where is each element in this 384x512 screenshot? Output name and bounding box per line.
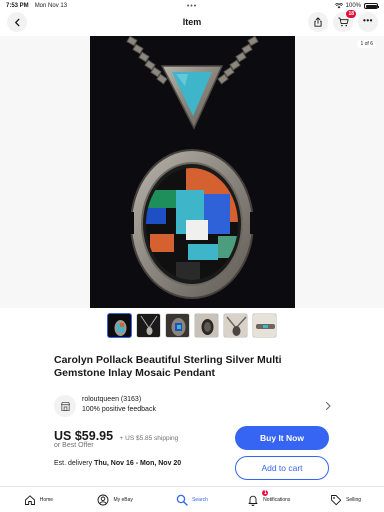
bell-icon — [248, 495, 258, 506]
home-icon — [24, 494, 35, 505]
thumbnail[interactable] — [165, 313, 190, 338]
thumbnail[interactable] — [194, 313, 219, 338]
store-icon — [54, 395, 76, 417]
thumbnail[interactable] — [136, 313, 161, 338]
cart-count-badge: 18 — [345, 9, 357, 19]
thumbnail[interactable] — [107, 313, 132, 338]
tab-label: My eBay — [113, 496, 133, 503]
status-date: Mon Nov 13 — [34, 3, 68, 9]
search-icon — [176, 494, 188, 506]
cart-button[interactable]: 18 — [333, 9, 357, 32]
best-offer-label: or Best Offer — [54, 442, 94, 449]
add-to-cart-button[interactable]: Add to cart — [235, 456, 329, 480]
delivery-estimate: Est. delivery Thu, Nov 16 - Mon, Nov 20 — [54, 460, 181, 467]
shipping-cost: + US $5.85 shipping — [119, 435, 179, 442]
more-dots-icon: ••• — [363, 16, 373, 25]
wifi-icon — [334, 3, 343, 9]
seller-info-row[interactable]: roloutqueen (3163) 100% positive feedbac… — [54, 394, 334, 418]
status-time: 7:53 PM — [6, 3, 29, 9]
image-gallery[interactable]: 1 of 6 — [0, 36, 384, 308]
seller-feedback: 100% positive feedback — [82, 406, 156, 413]
share-icon — [314, 17, 322, 27]
main-product-image[interactable] — [90, 36, 295, 308]
item-price: US $59.95 — [54, 429, 114, 443]
tab-my-ebay[interactable]: My eBay — [77, 487, 154, 512]
tab-label: Notifications — [263, 496, 291, 503]
battery-percent: 100% — [345, 3, 361, 9]
bottom-tab-bar: Home My eBay Search 1 Notifications Sell… — [0, 486, 384, 512]
tab-label: Home — [39, 496, 54, 503]
share-button[interactable] — [308, 12, 328, 32]
tab-label: Search — [192, 496, 208, 503]
tab-notifications[interactable]: 1 Notifications — [230, 487, 307, 512]
tab-label: Selling — [346, 496, 362, 503]
thumbnail[interactable] — [252, 313, 277, 338]
tab-home[interactable]: Home — [0, 487, 77, 512]
buy-it-now-button[interactable]: Buy It Now — [235, 426, 329, 450]
delivery-label: Est. delivery — [54, 460, 93, 467]
tab-search[interactable]: Search — [154, 487, 231, 512]
more-options-button[interactable]: ••• — [358, 12, 378, 32]
image-counter: 1 of 6 — [357, 40, 376, 48]
delivery-dates: Thu, Nov 16 - Mon, Nov 20 — [94, 460, 182, 467]
tag-icon — [331, 494, 342, 505]
tab-selling[interactable]: Selling — [307, 487, 384, 512]
chevron-left-icon — [14, 18, 19, 26]
chevron-right-icon — [325, 401, 331, 411]
item-title: Carolyn Pollack Beautiful Sterling Silve… — [54, 354, 282, 379]
seller-name[interactable]: roloutqueen (3163) — [82, 396, 141, 403]
back-button[interactable] — [7, 12, 27, 32]
thumbnail[interactable] — [223, 313, 248, 338]
pendant-image — [90, 36, 295, 308]
thumbnail-strip — [107, 313, 277, 338]
nav-bar: Item 18 ••• — [0, 9, 384, 36]
multitasking-dots-icon[interactable]: ••• — [187, 3, 197, 10]
user-icon — [98, 494, 109, 505]
battery-icon — [364, 3, 379, 9]
